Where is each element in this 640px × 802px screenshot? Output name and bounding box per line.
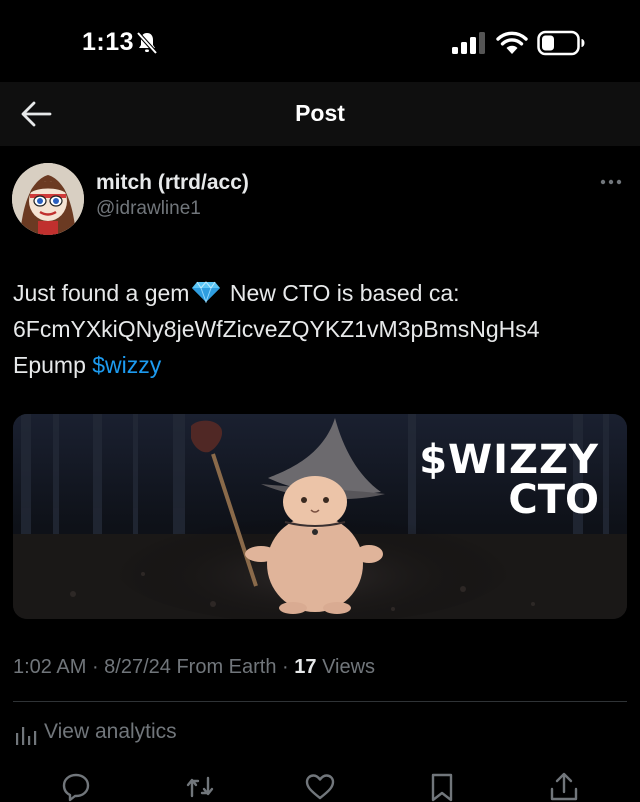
post-meta: 1:02 AM · 8/27/24 From Earth · 17 Views [13,656,375,679]
meta-separator: · [276,656,295,678]
more-options-icon[interactable] [598,174,624,190]
meta-separator: · [86,656,105,678]
battery-icon [537,30,585,56]
like-icon[interactable] [305,772,335,802]
post-date: 8/27/24 [104,656,171,678]
status-time: 1:13 [82,28,135,56]
cashtag-link[interactable]: $wizzy [92,352,161,378]
post-text-line-3: Epump $wizzy [13,347,633,383]
media-caption-line-1: $WIZZY [419,437,599,483]
post-time: 1:02 AM [13,656,87,678]
post-text-line-1: Just found a gem New CTO is based ca: [13,275,633,311]
post-media-image[interactable]: $WIZZY CTO [13,414,627,619]
author-display-name[interactable]: mitch (rtrd/acc) [96,171,249,195]
bell-muted-icon [136,31,158,55]
page-title: Post [295,100,345,126]
post-header: Post [0,82,640,146]
author-handle[interactable]: @idrawline1 [96,198,201,220]
share-icon[interactable] [549,772,579,802]
views-label: Views [316,656,376,678]
views-count: 17 [294,656,317,678]
gem-emoji-icon [192,281,221,303]
avatar-image [12,163,84,235]
media-caption-line-2: CTO [508,477,599,523]
post-source: From Earth [170,656,277,678]
action-bar [0,768,640,802]
analytics-bar-icon [16,727,37,745]
bookmark-icon[interactable] [427,772,457,802]
divider [13,701,627,702]
avatar[interactable] [12,163,84,235]
post-text-segment: Epump [13,352,93,378]
post-text-segment: New CTO is based ca: [229,280,460,306]
post-text: Just found a gem New CTO is based ca: 6F… [13,275,633,383]
post-text-segment: Just found a gem [13,280,190,306]
cellular-signal-icon [452,32,485,54]
contract-address: 6FcmYXkiQNy8jeWfZicveZQYKZ1vM3pBmsNgHs4 [13,316,540,342]
media-caption: $WIZZY CTO [419,440,599,520]
status-bar: 1:13 [0,0,640,82]
view-analytics-label: View analytics [44,720,177,743]
repost-icon[interactable] [185,772,215,802]
reply-icon[interactable] [61,772,91,802]
wifi-icon [496,31,528,54]
